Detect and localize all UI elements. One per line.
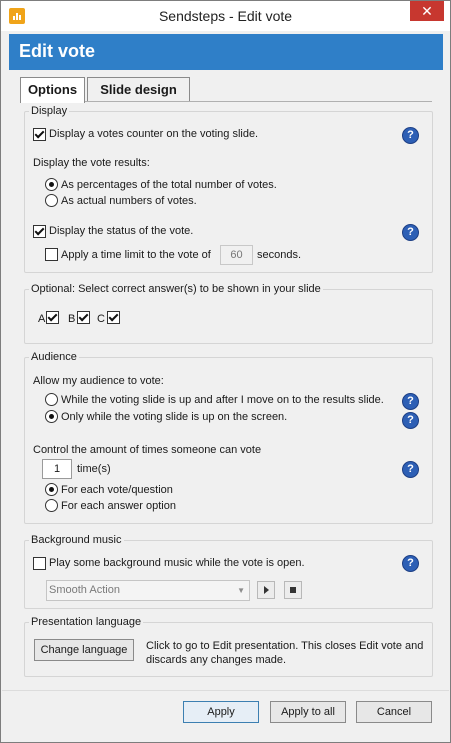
title-bar: Sendsteps - Edit vote ✕ [1,1,450,31]
vote-times-unit: time(s) [77,463,111,475]
vote-times-help-icon[interactable]: ? [402,461,419,478]
vote-status-help-icon[interactable]: ? [402,224,419,241]
vote-during-results-help-icon[interactable]: ? [402,393,419,410]
vote-count-control-label: Control the amount of times someone can … [33,444,262,456]
results-percentages-radio[interactable] [45,178,58,191]
per-question-label: For each vote/question [61,484,173,496]
answer-c-label: C [97,313,105,325]
votes-counter-checkbox[interactable] [33,128,46,141]
per-answer-label: For each answer option [61,500,176,512]
change-language-button[interactable]: Change language [34,639,134,661]
vote-slide-only-radio[interactable] [45,410,58,423]
background-music-label: Play some background music while the vot… [49,557,305,569]
close-icon[interactable]: ✕ [410,1,444,21]
background-music-help-icon[interactable]: ? [402,555,419,572]
apply-button[interactable]: Apply [183,701,259,723]
answer-a-label: A [38,313,46,325]
vote-results-label: Display the vote results: [33,157,150,169]
time-limit-unit: seconds. [257,249,302,261]
display-group-title: Display [29,105,70,117]
per-question-radio[interactable] [45,483,58,496]
stop-button[interactable] [284,581,302,599]
edit-vote-window: Sendsteps - Edit vote ✕ Edit vote Option… [0,0,451,743]
cancel-button[interactable]: Cancel [356,701,432,723]
results-numbers-label: As actual numbers of votes. [61,195,197,207]
answer-b-checkbox[interactable] [77,311,90,324]
vote-during-results-radio[interactable] [45,393,58,406]
vote-status-checkbox[interactable] [33,225,46,238]
apply-to-all-button[interactable]: Apply to all [270,701,346,723]
votes-counter-help-icon[interactable]: ? [402,127,419,144]
footer-divider [2,690,449,691]
tab-options[interactable]: Options [20,77,85,103]
header-banner: Edit vote [9,34,443,70]
vote-slide-only-label: Only while the voting slide is up on the… [61,411,288,423]
results-numbers-radio[interactable] [45,194,58,207]
results-percentages-label: As percentages of the total number of vo… [61,179,277,191]
correct-answers-group-title: Optional: Select correct answer(s) to be… [29,283,323,295]
change-language-description: Click to go to Edit presentation. This c… [146,640,424,666]
answer-c-checkbox[interactable] [107,311,120,324]
vote-times-field[interactable]: 1 [42,459,72,479]
per-answer-radio[interactable] [45,499,58,512]
tab-slide-design[interactable]: Slide design [87,77,190,102]
allow-vote-label: Allow my audience to vote: [33,375,164,387]
answer-a-checkbox[interactable] [46,311,59,324]
window-title: Sendsteps - Edit vote [158,8,293,24]
background-music-checkbox[interactable] [33,557,46,570]
vote-status-label: Display the status of the vote. [49,225,194,237]
votes-counter-label: Display a votes counter on the voting sl… [49,128,259,140]
banner-title: Edit vote [19,41,96,61]
background-music-group-title: Background music [29,534,124,546]
chevron-down-icon: ▼ [237,586,245,595]
music-track-select[interactable]: Smooth Action ▼ [46,580,250,601]
audience-group-title: Audience [29,351,79,363]
vote-slide-only-help-icon[interactable]: ? [402,412,419,429]
presentation-language-group-title: Presentation language [29,616,144,628]
answer-b-label: B [68,313,76,325]
time-limit-checkbox[interactable] [45,248,58,261]
stop-icon [290,587,296,593]
vote-during-results-label: While the voting slide is up and after I… [61,394,384,406]
music-track-value: Smooth Action [49,584,120,596]
play-button[interactable] [257,581,275,599]
time-limit-label: Apply a time limit to the vote of [61,249,211,261]
time-limit-field[interactable]: 60 [220,245,253,265]
play-icon [264,586,269,594]
